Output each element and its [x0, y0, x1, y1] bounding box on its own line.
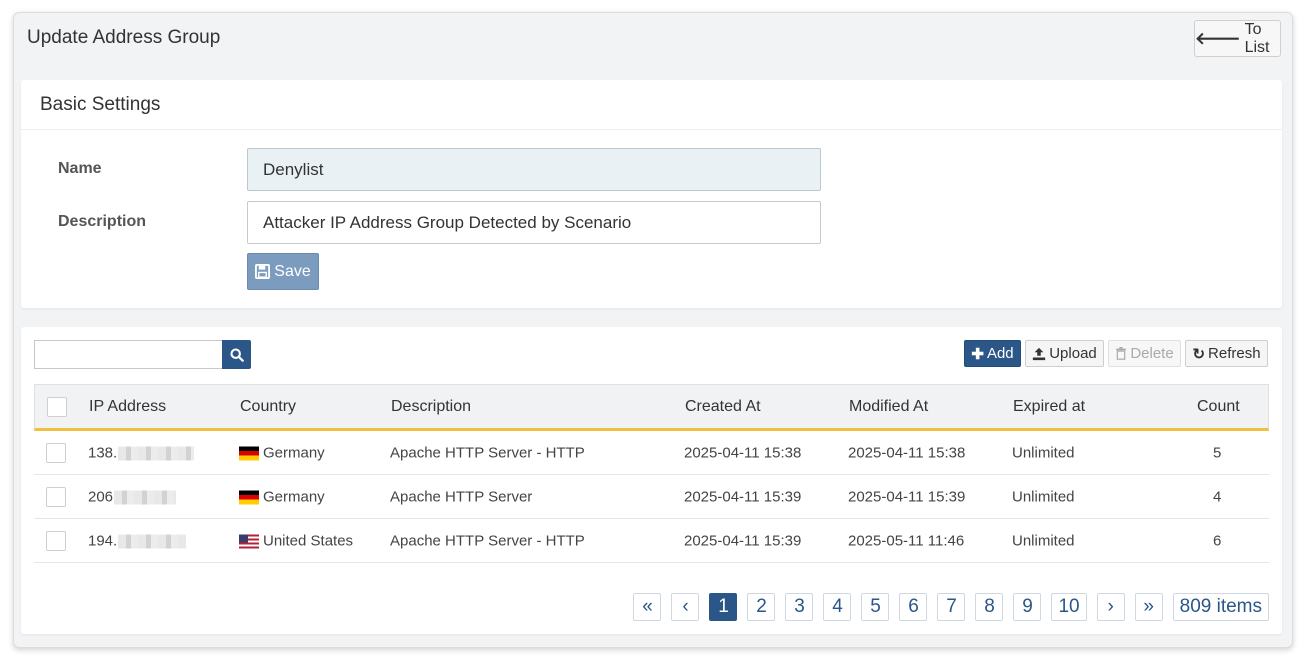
basic-settings-title: Basic Settings	[21, 80, 1282, 130]
country: United States	[239, 532, 353, 549]
first-page-button[interactable]: «	[633, 593, 662, 621]
update-address-group-panel: Update Address Group 🡐 To List Basic Set…	[13, 12, 1293, 648]
ip-address: 194.	[88, 532, 187, 549]
description: Apache HTTP Server	[390, 488, 533, 505]
created-at: 2025-04-11 15:39	[684, 532, 802, 549]
redacted-ip	[118, 534, 187, 549]
delete-label: Delete	[1130, 345, 1174, 362]
expired-at: Unlimited	[1012, 532, 1075, 549]
table-row[interactable]: 138. Germany Apache HTTP Server - HTTP 2…	[34, 431, 1269, 475]
created-at: 2025-04-11 15:39	[684, 488, 802, 505]
us-flag-icon	[239, 534, 259, 549]
count: 4	[1213, 488, 1222, 505]
pagination: « ‹ 1 2 3 4 5 6 7 8 9 10 › » 809 items	[633, 593, 1269, 621]
description-label: Description	[58, 213, 147, 230]
search-button[interactable]	[222, 340, 251, 369]
to-list-button[interactable]: 🡐 To List	[1194, 20, 1281, 57]
prev-page-button[interactable]: ‹	[671, 593, 700, 621]
description: Apache HTTP Server - HTTP	[390, 444, 585, 461]
to-list-label: To List	[1244, 20, 1270, 56]
trash-icon	[1116, 347, 1127, 360]
country: Germany	[239, 488, 325, 505]
column-header[interactable]: Country	[240, 398, 296, 416]
ip-address: 138.	[88, 444, 195, 461]
save-button[interactable]: Save	[247, 253, 319, 290]
delete-button[interactable]: Delete	[1108, 340, 1181, 367]
table-header: IP Address Country Description Created A…	[34, 384, 1269, 431]
column-header[interactable]: Expired at	[1013, 398, 1085, 416]
plus-icon: ✚	[971, 345, 984, 363]
ip-address: 206	[88, 488, 177, 505]
redacted-ip	[118, 446, 195, 461]
address-table: IP Address Country Description Created A…	[34, 384, 1269, 563]
next-page-button[interactable]: ›	[1096, 593, 1125, 621]
count: 5	[1213, 444, 1222, 461]
address-list-card: ✚ Add Upload Delete ↻ Refresh IP Address…	[21, 327, 1282, 634]
arrow-left-icon: 🡐	[1195, 28, 1241, 48]
refresh-label: Refresh	[1208, 345, 1261, 362]
modified-at: 2025-04-11 15:39	[848, 488, 966, 505]
germany-flag-icon	[239, 446, 259, 461]
page-button[interactable]: 7	[937, 593, 966, 621]
page-button[interactable]: 3	[785, 593, 814, 621]
page-button[interactable]: 2	[747, 593, 776, 621]
save-label: Save	[274, 262, 311, 280]
table-row[interactable]: 194. United States Apache HTTP Server - …	[34, 519, 1269, 563]
description: Apache HTTP Server - HTTP	[390, 532, 585, 549]
refresh-icon: ↻	[1192, 345, 1206, 363]
page-title: Update Address Group	[27, 27, 221, 48]
germany-flag-icon	[239, 490, 259, 505]
column-header[interactable]: Count	[1197, 398, 1240, 416]
description-field[interactable]	[247, 201, 821, 244]
count: 6	[1213, 532, 1222, 549]
page-button[interactable]: 4	[823, 593, 852, 621]
name-label: Name	[58, 160, 102, 177]
page-button[interactable]: 1	[709, 593, 738, 621]
column-header[interactable]: IP Address	[89, 398, 166, 416]
expired-at: Unlimited	[1012, 488, 1075, 505]
column-header[interactable]: Modified At	[849, 398, 928, 416]
search-icon	[229, 347, 244, 362]
expired-at: Unlimited	[1012, 444, 1075, 461]
basic-settings-card: Basic Settings Name Description Save	[21, 80, 1282, 308]
row-checkbox[interactable]	[46, 486, 66, 507]
refresh-button[interactable]: ↻ Refresh	[1185, 340, 1268, 367]
created-at: 2025-04-11 15:38	[684, 444, 802, 461]
modified-at: 2025-04-11 15:38	[848, 444, 966, 461]
upload-icon	[1033, 347, 1046, 360]
total-items-count: 809 items	[1172, 593, 1269, 621]
upload-label: Upload	[1049, 345, 1097, 362]
modified-at: 2025-05-11 11:46	[848, 532, 965, 549]
page-button[interactable]: 10	[1051, 593, 1087, 621]
page-button[interactable]: 5	[861, 593, 890, 621]
search-input[interactable]	[34, 340, 222, 369]
last-page-button[interactable]: »	[1134, 593, 1163, 621]
row-checkbox[interactable]	[46, 530, 66, 551]
upload-button[interactable]: Upload	[1025, 340, 1104, 367]
row-checkbox[interactable]	[46, 442, 66, 463]
select-all-checkbox[interactable]	[47, 396, 67, 417]
page-button[interactable]: 8	[975, 593, 1004, 621]
country: Germany	[239, 444, 325, 461]
save-icon	[255, 264, 271, 279]
page-button[interactable]: 6	[899, 593, 928, 621]
table-row[interactable]: 206 Germany Apache HTTP Server 2025-04-1…	[34, 475, 1269, 519]
name-field[interactable]	[247, 148, 821, 191]
column-header[interactable]: Created At	[685, 398, 761, 416]
add-label: Add	[986, 345, 1014, 362]
redacted-ip	[114, 490, 177, 505]
page-button[interactable]: 9	[1013, 593, 1042, 621]
column-header[interactable]: Description	[391, 398, 471, 416]
add-button[interactable]: ✚ Add	[964, 340, 1021, 367]
